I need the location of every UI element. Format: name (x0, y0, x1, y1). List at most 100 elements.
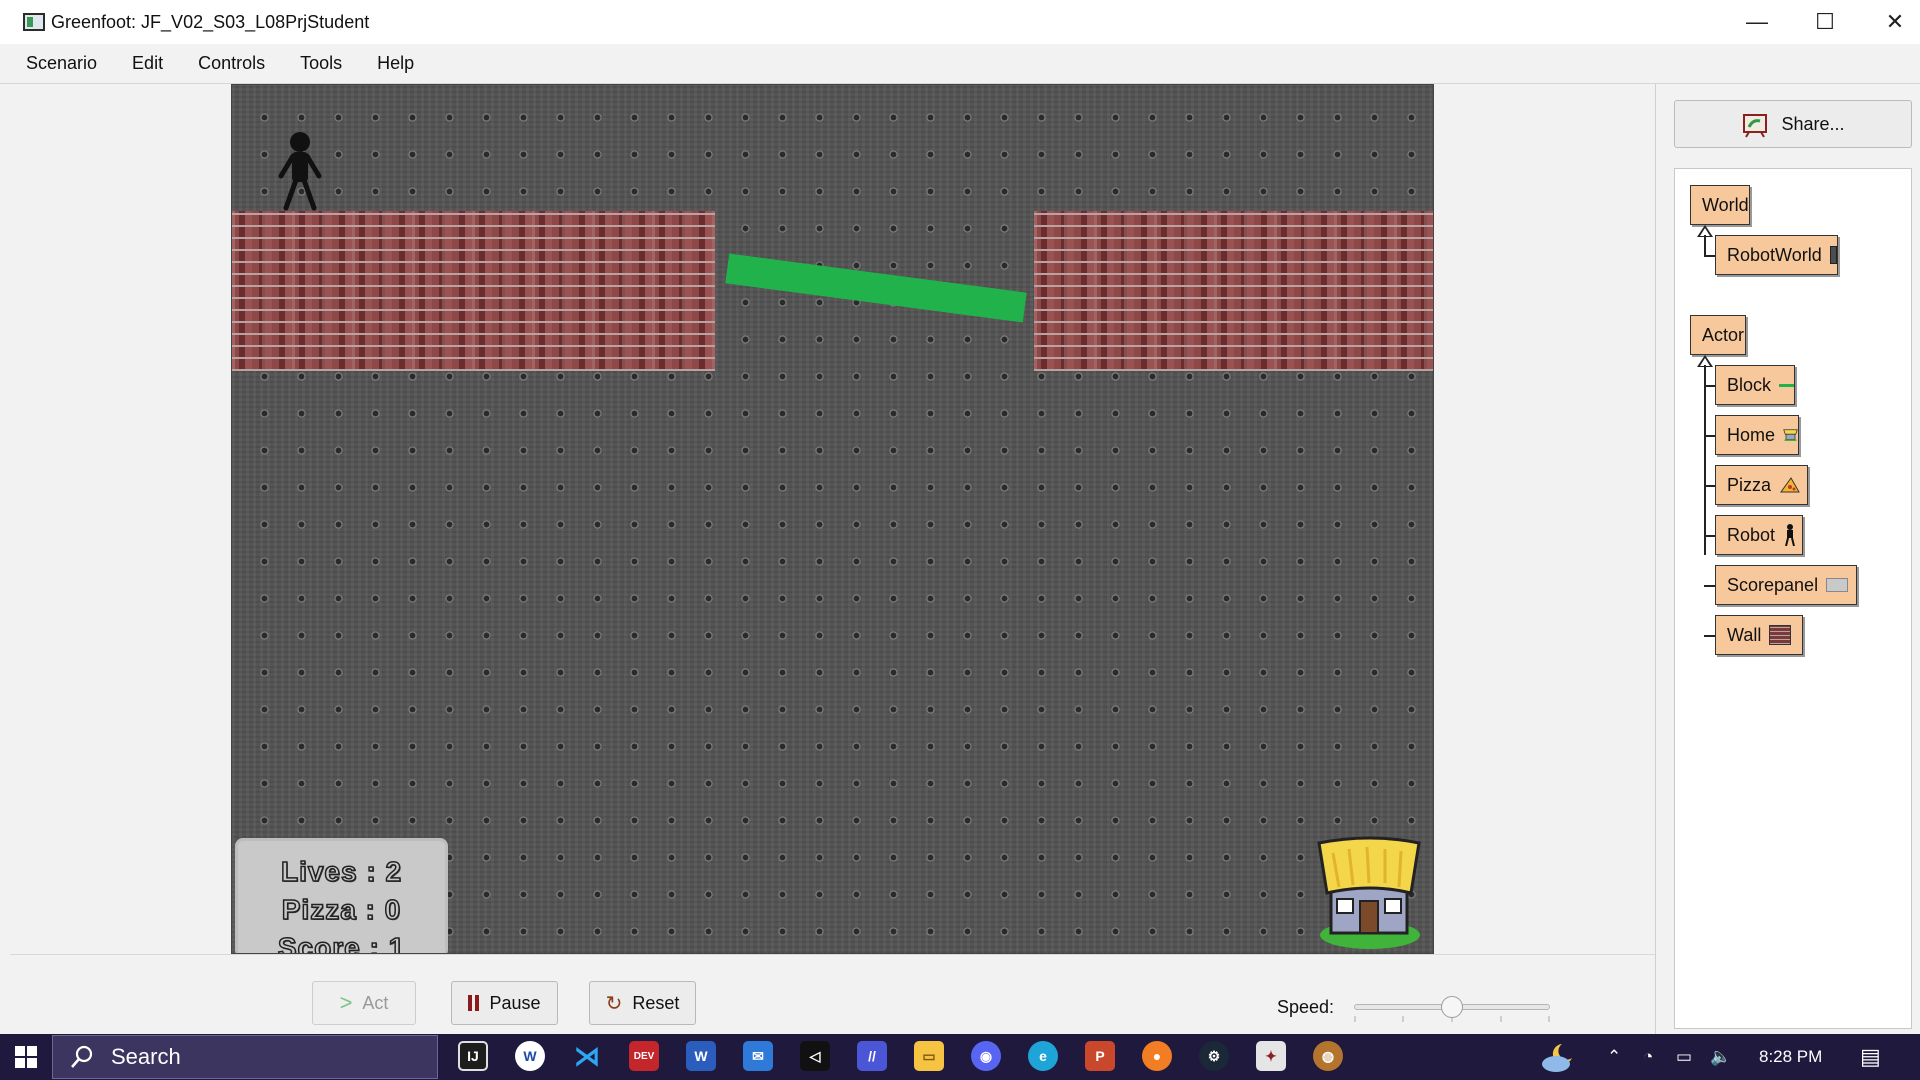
clock-time[interactable]: 8:28 PM (1759, 1034, 1822, 1080)
class-block-label: Block (1727, 374, 1772, 395)
class-actor-label: Actor (1702, 324, 1745, 345)
class-scorepanel[interactable]: Scorepanel (1715, 565, 1857, 605)
class-diagram: World RobotWorld Actor Block Home Pizza … (1674, 168, 1912, 1029)
class-world[interactable]: World (1690, 185, 1750, 225)
act-button[interactable]: > Act (312, 981, 416, 1025)
window-title: Greenfoot: JF_V02_S03_L08PrjStudent (51, 11, 370, 32)
menu-tools[interactable]: Tools (296, 49, 346, 78)
taskbar-search[interactable]: Search (52, 1035, 438, 1079)
file-explorer-icon[interactable]: ▭ (914, 1041, 944, 1071)
class-robot-label: Robot (1727, 524, 1776, 545)
home-thumb-icon (1783, 429, 1798, 441)
show-hidden-icons-icon[interactable]: ⌃ (1607, 1034, 1621, 1080)
execution-controls: > Act Pause ↻ Reset Speed: (10, 954, 1655, 1034)
share-button[interactable]: Share... (1674, 100, 1912, 148)
wall-left[interactable] (232, 211, 715, 371)
battery-icon[interactable]: ▭ (1676, 1034, 1692, 1080)
weather-icon[interactable] (1538, 1034, 1578, 1080)
speed-slider-thumb[interactable] (1441, 996, 1463, 1018)
windows-start-button[interactable] (0, 1034, 52, 1080)
wall-thumb-icon (1769, 625, 1792, 645)
pause-label: Pause (489, 992, 541, 1013)
pause-button[interactable]: Pause (451, 981, 558, 1025)
windows-logo-icon (15, 1046, 37, 1068)
menu-controls[interactable]: Controls (194, 49, 269, 78)
wifi-icon[interactable]: ◔ (1643, 1034, 1653, 1080)
edge-icon[interactable]: e (1028, 1041, 1058, 1071)
world-canvas[interactable]: Lives : 2 Pizza : 0 Score : 1 (231, 84, 1434, 954)
class-robotworld[interactable]: RobotWorld (1715, 235, 1838, 275)
minimize-button[interactable]: — (1722, 0, 1792, 44)
class-wall[interactable]: Wall (1715, 615, 1803, 655)
inherit-branch-block (1704, 385, 1715, 387)
class-home-label: Home (1727, 424, 1776, 445)
class-actor[interactable]: Actor (1690, 315, 1746, 355)
class-home[interactable]: Home (1715, 415, 1799, 455)
share-icon (1743, 114, 1768, 138)
class-panel: Share... World RobotWorld Actor Block Ho… (1655, 84, 1920, 1034)
search-placeholder: Search (111, 1044, 181, 1069)
steam-icon[interactable]: ⚙ (1199, 1041, 1229, 1071)
devcpp-icon[interactable]: DEV (629, 1041, 659, 1071)
class-block[interactable]: Block (1715, 365, 1795, 405)
word-icon[interactable]: W (686, 1041, 716, 1071)
vscode-icon[interactable]: ⋊ (572, 1041, 602, 1071)
class-scorepanel-label: Scorepanel (1727, 574, 1819, 595)
lives-text: Lives : 2 (280, 855, 403, 888)
score-text: Score : 1 (277, 931, 406, 954)
discord-icon[interactable]: ◉ (971, 1041, 1001, 1071)
inherit-branch-robotworld (1704, 255, 1715, 257)
close-button[interactable]: ✕ (1860, 0, 1920, 44)
inherit-line-actor (1704, 365, 1706, 555)
reset-button[interactable]: ↻ Reset (589, 981, 696, 1025)
pizza-thumb-icon (1780, 477, 1800, 493)
inherit-branch-wall (1704, 635, 1715, 637)
greenfoot-icon[interactable]: ✦ (1256, 1041, 1286, 1071)
reset-icon: ↻ (605, 992, 623, 1015)
notifications-icon[interactable]: ▤ (1860, 1034, 1881, 1080)
robot-actor[interactable] (272, 130, 328, 212)
robot-thumb-icon (1785, 524, 1796, 546)
inherit-branch-pizza (1704, 485, 1715, 487)
maximize-button[interactable]: ☐ (1790, 0, 1860, 44)
mail-icon[interactable]: ✉ (743, 1041, 773, 1071)
speed-label: Speed: (1277, 997, 1335, 1017)
menu-edit[interactable]: Edit (128, 49, 167, 78)
block-actor[interactable] (725, 253, 1027, 323)
pizza-text: Pizza : 0 (281, 893, 402, 926)
app-circle-icon[interactable]: W (515, 1041, 545, 1071)
globe-icon[interactable]: ◍ (1313, 1041, 1343, 1071)
class-robot[interactable]: Robot (1715, 515, 1803, 555)
wall-right[interactable] (1034, 211, 1433, 371)
firefox-icon[interactable]: ● (1142, 1041, 1172, 1071)
title-bar: Greenfoot: JF_V02_S03_L08PrjStudent — ☐ … (0, 0, 1920, 44)
menu-help[interactable]: Help (373, 49, 418, 78)
block-thumb-icon (1779, 383, 1794, 387)
inherit-branch-home (1704, 435, 1715, 437)
class-wall-label: Wall (1727, 624, 1762, 645)
pause-icon (468, 995, 480, 1011)
play-arrow-icon: > (339, 990, 353, 1015)
robotworld-thumb-icon (1829, 246, 1837, 264)
scorepanel-thumb-icon (1826, 578, 1849, 592)
scorepanel-actor[interactable]: Lives : 2 Pizza : 0 Score : 1 (235, 838, 448, 954)
greenfoot-app-icon (23, 13, 45, 31)
menu-bar: Scenario Edit Controls Tools Help (0, 44, 1920, 84)
taskbar: Search (0, 1034, 1920, 1080)
share-label: Share... (1781, 113, 1845, 134)
home-actor[interactable] (1315, 835, 1425, 953)
intellij-icon[interactable]: IJ (458, 1041, 488, 1071)
powerpoint-icon[interactable]: P (1085, 1041, 1115, 1071)
act-label: Act (362, 992, 389, 1013)
class-world-label: World (1702, 194, 1749, 215)
reset-label: Reset (632, 992, 680, 1013)
app-blue-icon[interactable]: // (857, 1041, 887, 1071)
inherit-branch-scorepanel (1704, 585, 1715, 587)
volume-icon[interactable]: 🔈 (1710, 1034, 1731, 1080)
menu-scenario[interactable]: Scenario (22, 49, 101, 78)
class-robotworld-label: RobotWorld (1727, 244, 1822, 265)
unity-icon[interactable]: ◁ (800, 1041, 830, 1071)
search-icon (71, 1045, 93, 1068)
class-pizza[interactable]: Pizza (1715, 465, 1808, 505)
inherit-branch-robot (1704, 535, 1715, 537)
